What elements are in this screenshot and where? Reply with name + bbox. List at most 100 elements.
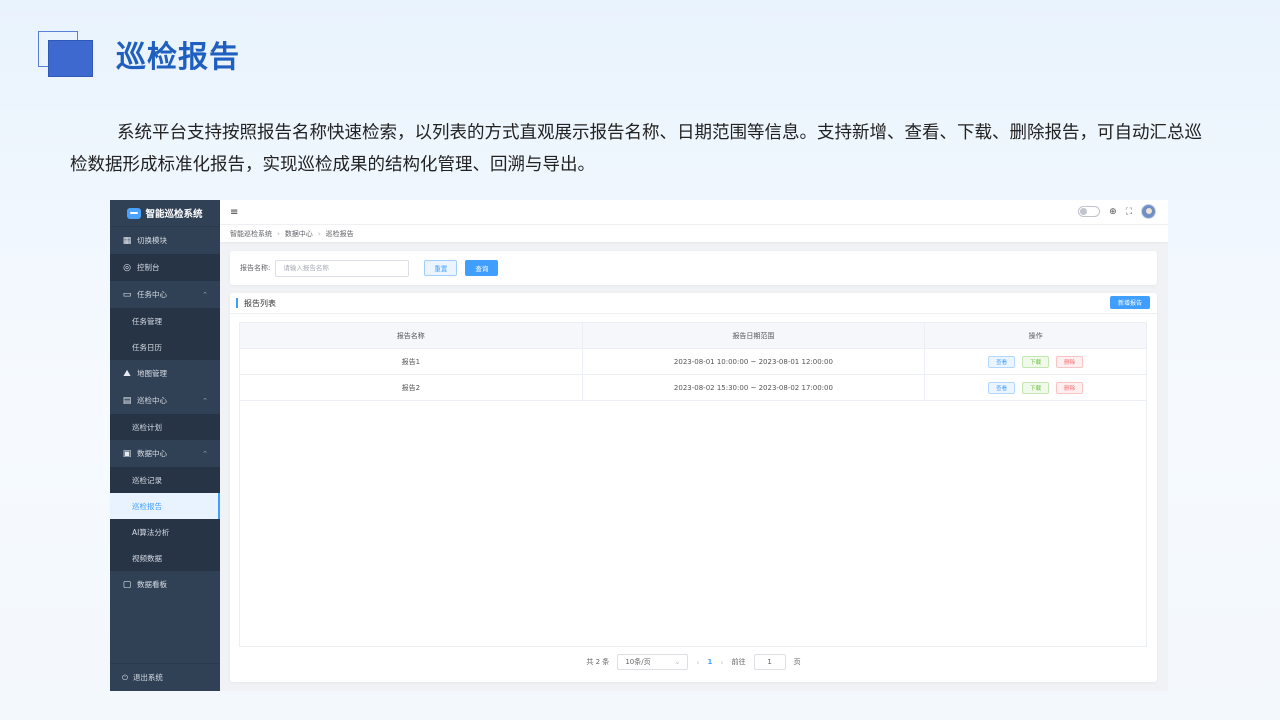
pagination: 共 2 条 10条/页 ⌄ ‹ 1 › 前往 1 页 [230,654,1157,670]
chevron-right-icon: › [317,229,321,238]
sidebar-item-switch-module[interactable]: ▦ 切换模块 [110,227,220,254]
reset-button[interactable]: 重置 [424,260,458,276]
breadcrumb-item[interactable]: 数据中心 [285,229,313,239]
sidebar-item-map-manage[interactable]: ⛰ 地图管理 [110,360,220,387]
sidebar-item-label: 数据中心 [137,449,167,458]
page-unit: 页 [793,658,801,666]
prev-page-icon[interactable]: ‹ [696,658,699,667]
accent-bar [236,298,238,308]
search-label: 报告名称: [240,264,271,272]
view-button[interactable]: 查看 [988,381,1016,394]
data-icon: ▣ [122,448,132,459]
sidebar-item-label: 巡检中心 [137,396,167,405]
report-name-cell: 报告2 [240,375,583,400]
app-window: 智能巡检系统 ▦ 切换模块 ◎ 控制台 ▭ 任务中心 ⌃ 任务管理 任务日历 ⛰… [110,200,1168,691]
goto-page-input[interactable]: 1 [753,654,786,670]
search-panel: 报告名称: 重置 查询 [230,251,1157,285]
download-button[interactable]: 下载 [1022,355,1050,368]
title-decoration-square [48,40,93,77]
app-logo[interactable]: 智能巡检系统 [110,200,220,227]
next-page-icon[interactable]: › [720,658,723,667]
chevron-up-icon: ⌃ [202,449,208,458]
list-header: 报告列表 新增报告 [230,293,1157,314]
grid-icon: ▦ [122,235,132,246]
sidebar-item-data-center[interactable]: ▣ 数据中心 ⌃ [110,440,220,467]
report-name-input[interactable] [275,259,410,277]
report-table: 报告名称 报告日期范围 操作 报告1 2023-08-01 10:00:00 ~… [239,322,1147,647]
slide-description: 系统平台支持按照报告名称快速检索，以列表的方式直观展示报告名称、日期范围等信息。… [70,123,1202,175]
avatar[interactable] [1141,204,1156,219]
sidebar-item-video-data[interactable]: 视频数据 [110,545,220,571]
column-header: 报告名称 [240,323,583,348]
breadcrumb-item[interactable]: 智能巡检系统 [230,229,272,239]
sidebar-item-label: 切换模块 [137,236,167,245]
sidebar-item-label: 控制台 [137,263,160,272]
dashboard-icon: ◎ [123,262,131,273]
sidebar-item-task-calendar[interactable]: 任务日历 [110,334,220,360]
globe-icon[interactable]: ⊕ [1109,207,1117,217]
delete-button[interactable]: 删除 [1056,381,1084,394]
hamburger-icon[interactable]: ≡ [230,207,238,218]
delete-button[interactable]: 删除 [1056,355,1084,368]
chevron-right-icon: › [277,229,280,238]
sidebar-item-inspect-report[interactable]: 巡检报告 [110,493,220,519]
sidebar-item-inspect-center[interactable]: ▤ 巡检中心 ⌃ [110,387,220,414]
report-list-panel: 报告列表 新增报告 报告名称 报告日期范围 操作 报告1 2023-08-01 … [230,293,1157,682]
sidebar-item-label: 任务中心 [137,290,167,299]
main-content: ≡ ⊕ ⛶ 智能巡检系统 › 数据中心 › 巡检报告 报告名称: 重置 查询 报… [220,200,1168,691]
query-button[interactable]: 查询 [465,260,499,276]
page-number[interactable]: 1 [708,658,713,666]
breadcrumb: 智能巡检系统 › 数据中心 › 巡检报告 [220,224,1168,242]
monitor-icon: ▢ [122,579,132,590]
power-icon: ⏻ [122,672,128,682]
app-name: 智能巡检系统 [145,209,203,220]
sidebar-item-ai-analysis[interactable]: AI算法分析 [110,519,220,545]
report-name-cell: 报告1 [240,349,583,374]
actions-cell: 查看 下载 删除 [925,349,1146,374]
sidebar: 智能巡检系统 ▦ 切换模块 ◎ 控制台 ▭ 任务中心 ⌃ 任务管理 任务日历 ⛰… [110,200,220,691]
add-report-button[interactable]: 新增报告 [1110,296,1150,309]
sidebar-item-console[interactable]: ◎ 控制台 [110,254,220,281]
goto-label: 前往 [731,658,746,666]
sidebar-item-inspect-plan[interactable]: 巡检计划 [110,414,220,440]
chevron-up-icon: ⌃ [202,290,208,299]
column-header: 报告日期范围 [583,323,926,348]
logout-button[interactable]: ⏻ 退出系统 [110,663,220,691]
view-button[interactable]: 查看 [988,355,1016,368]
chevron-down-icon: ⌄ [674,658,681,666]
slide-title: 巡检报告 [116,40,240,75]
top-bar: ≡ ⊕ ⛶ [220,200,1168,224]
sidebar-item-label: 视频数据 [132,553,162,563]
task-icon: ▭ [122,289,132,300]
table-row: 报告1 2023-08-01 10:00:00 ~ 2023-08-01 12:… [240,349,1146,375]
sidebar-item-inspect-record[interactable]: 巡检记录 [110,467,220,493]
sidebar-item-label: 地图管理 [137,369,167,378]
sidebar-item-task-center[interactable]: ▭ 任务中心 ⌃ [110,281,220,308]
download-button[interactable]: 下载 [1022,381,1050,394]
sidebar-item-label: 巡检报告 [132,501,162,511]
fullscreen-icon[interactable]: ⛶ [1126,207,1132,217]
table-header-row: 报告名称 报告日期范围 操作 [240,323,1146,349]
logout-label: 退出系统 [132,673,163,682]
list-title: 报告列表 [244,298,276,308]
sidebar-item-dashboard[interactable]: ▢ 数据看板 [110,571,220,598]
sidebar-item-task-manage[interactable]: 任务管理 [110,308,220,334]
report-range-cell: 2023-08-01 10:00:00 ~ 2023-08-01 12:00:0… [583,349,926,374]
sidebar-item-label: 巡检记录 [132,475,162,485]
sidebar-item-label: 任务管理 [132,316,162,326]
sidebar-item-label: AI算法分析 [132,527,170,537]
actions-cell: 查看 下载 删除 [925,375,1146,400]
sidebar-item-label: 数据看板 [137,580,167,589]
sidebar-item-label: 任务日历 [132,342,162,352]
table-row: 报告2 2023-08-02 15:30:00 ~ 2023-08-02 17:… [240,375,1146,401]
clipboard-icon: ▤ [122,395,132,406]
theme-toggle[interactable] [1078,206,1101,217]
breadcrumb-item: 巡检报告 [325,229,354,238]
page-size-value: 10条/页 [625,658,651,666]
sidebar-item-label: 巡检计划 [132,422,162,432]
report-range-cell: 2023-08-02 15:30:00 ~ 2023-08-02 17:00:0… [583,375,926,400]
page-size-select[interactable]: 10条/页 ⌄ [617,654,689,670]
robot-icon [127,207,142,219]
map-icon: ⛰ [123,368,131,379]
column-header: 操作 [1028,331,1043,340]
